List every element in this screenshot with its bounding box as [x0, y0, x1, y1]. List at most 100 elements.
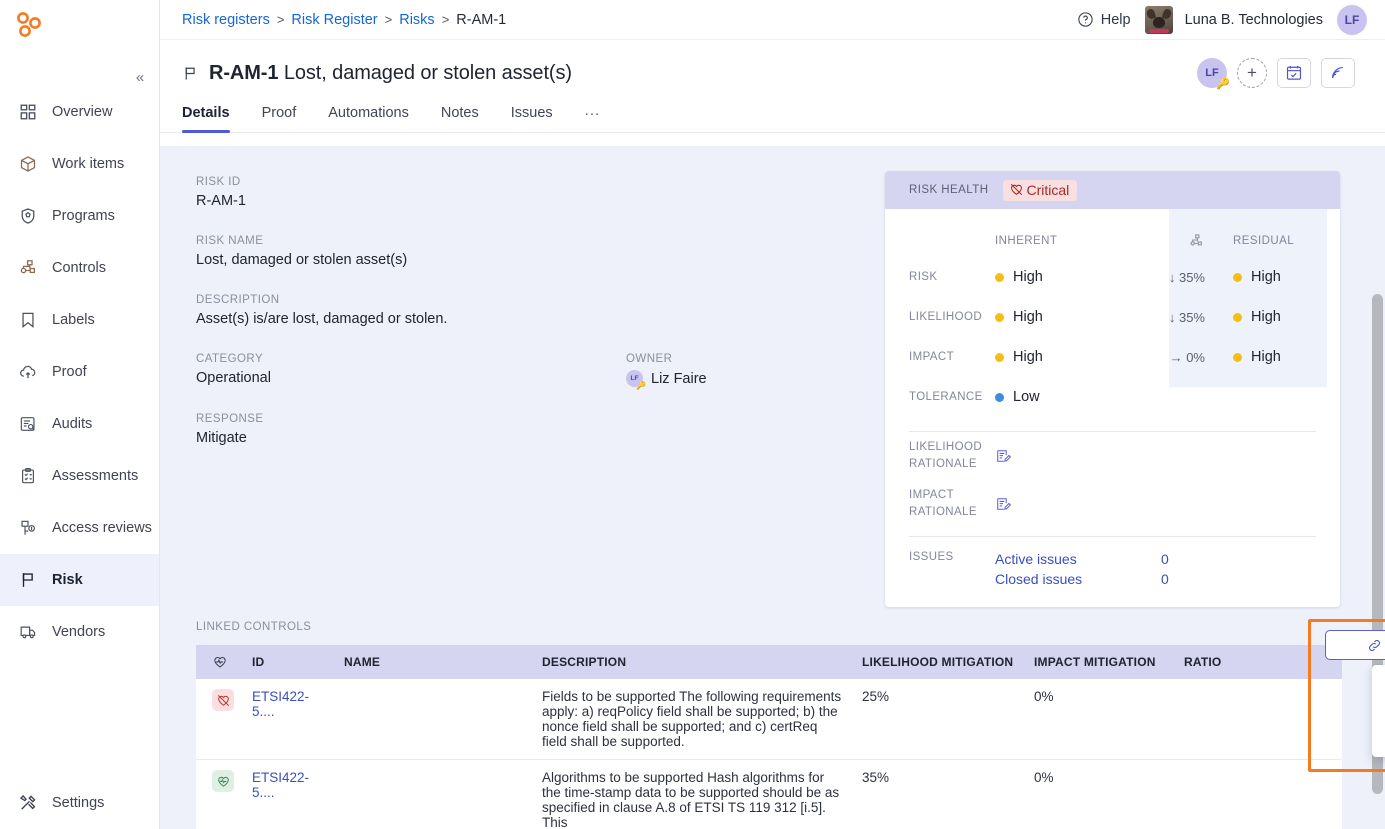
level-dot-icon	[1233, 312, 1242, 322]
sidebar-item-vendors[interactable]: Vendors	[0, 606, 159, 658]
inherent-level-label: High	[1013, 309, 1043, 325]
control-id-link[interactable]: ETSI422-5....	[252, 689, 309, 719]
help-circle-icon	[1077, 11, 1094, 28]
key-badge-icon: 🔑	[1216, 78, 1230, 90]
link-dropdown-menu: Link new Link existing	[1372, 665, 1385, 757]
field-risk-id: RISK ID R-AM-1	[196, 176, 896, 209]
cell-impact-mitigation: 0%	[1024, 759, 1174, 829]
sidebar-collapse-button[interactable]: «	[131, 70, 149, 88]
impact-rationale-row: IMPACT RATIONALE	[885, 480, 1340, 528]
avatar[interactable]: LF 🔑	[1197, 58, 1230, 90]
app-logo[interactable]	[0, 0, 159, 52]
audit-search-icon	[18, 414, 38, 434]
sidebar-item-access-reviews[interactable]: Access reviews	[0, 502, 159, 554]
note-edit-icon[interactable]	[995, 448, 1012, 465]
sidebar-item-risk[interactable]: Risk	[0, 554, 159, 606]
column-header-impact-mitigation: IMPACT MITIGATION	[1024, 645, 1174, 679]
sidebar-item-controls[interactable]: Controls	[0, 242, 159, 294]
sidebar-settings-group: Settings	[0, 777, 159, 829]
cell-name	[334, 679, 532, 760]
sidebar-item-label: Risk	[52, 572, 83, 588]
residual-value: High	[1205, 269, 1340, 285]
field-response: RESPONSE Mitigate	[196, 413, 896, 446]
box-icon	[18, 154, 38, 174]
breadcrumb-item-current: R-AM-1	[456, 11, 507, 28]
tab-automations[interactable]: Automations	[312, 105, 425, 132]
likelihood-rationale-row: LIKELIHOOD RATIONALE	[885, 432, 1340, 480]
tab-details[interactable]: Details	[182, 105, 246, 133]
row-label: IMPACT RATIONALE	[909, 489, 977, 518]
table-row[interactable]: ETSI422-5.... Algorithms to be supported…	[196, 759, 1342, 829]
breadcrumb-separator: >	[441, 12, 450, 27]
cell-impact-mitigation: 0%	[1024, 679, 1174, 760]
sidebar-item-settings[interactable]: Settings	[0, 777, 159, 829]
closed-issues-count: 0	[1161, 571, 1169, 587]
risk-health-row-risk: RISK High ↓ 35% High	[885, 257, 1340, 297]
heart-pulse-off-icon	[1009, 182, 1024, 197]
residual-level-label: High	[1251, 269, 1281, 285]
sidebar-item-labels[interactable]: Labels	[0, 294, 159, 346]
tab-issues[interactable]: Issues	[495, 105, 569, 132]
heart-pulse-off-icon	[212, 689, 234, 711]
table-row[interactable]: ETSI422-5.... Fields to be supported The…	[196, 679, 1342, 760]
column-header-inherent: INHERENT	[995, 235, 1058, 247]
details-panel: RISK ID R-AM-1 RISK NAME Lost, damaged o…	[160, 146, 1385, 829]
add-collaborator-button[interactable]: +	[1237, 58, 1267, 88]
closed-issues-link[interactable]: Closed issues	[995, 571, 1161, 587]
avatar: LF 🔑	[626, 370, 646, 390]
tab-proof[interactable]: Proof	[246, 105, 313, 132]
cell-status	[196, 759, 242, 829]
sidebar-item-work-items[interactable]: Work items	[0, 138, 159, 190]
organization-switcher[interactable]: Luna B. Technologies	[1144, 5, 1323, 34]
issues-label: ISSUES	[909, 551, 954, 563]
sidebar-item-overview[interactable]: Overview	[0, 86, 159, 138]
active-issues-count: 0	[1161, 551, 1169, 567]
rss-feed-icon[interactable]	[1321, 58, 1355, 88]
flag-icon	[182, 65, 199, 82]
sidebar-item-programs[interactable]: Programs	[0, 190, 159, 242]
note-edit-icon[interactable]	[995, 496, 1012, 513]
menu-item-link-new[interactable]: Link new	[1372, 671, 1385, 711]
cell-likelihood-mitigation: 35%	[852, 759, 1024, 829]
calendar-check-icon[interactable]	[1277, 58, 1311, 88]
link-icon	[1367, 638, 1382, 653]
field-label: RESPONSE	[196, 413, 264, 425]
field-value: Asset(s) is/are lost, damaged or stolen.	[196, 311, 448, 327]
row-label: RISK	[909, 271, 938, 283]
page-title: R-AM-1 Lost, damaged or stolen asset(s)	[209, 62, 572, 85]
sidebar-item-proof[interactable]: Proof	[0, 346, 159, 398]
breadcrumb-item-risk-register[interactable]: Risk Register	[291, 12, 377, 28]
issues-row-closed: Closed issues 0	[995, 569, 1316, 589]
tools-icon	[18, 793, 38, 813]
sidebar-item-label: Settings	[52, 795, 105, 811]
sidebar-item-audits[interactable]: Audits	[0, 398, 159, 450]
active-issues-link[interactable]: Active issues	[995, 551, 1161, 567]
breadcrumb-separator: >	[276, 12, 285, 27]
help-button[interactable]: Help	[1077, 11, 1131, 28]
status-badge: Critical	[1002, 179, 1078, 201]
column-header-id: ID	[242, 645, 334, 679]
breadcrumb-item-risks[interactable]: Risks	[399, 12, 434, 28]
tab-overflow-menu[interactable]: ...	[569, 102, 617, 132]
tab-notes[interactable]: Notes	[425, 105, 495, 132]
level-dot-icon	[1233, 352, 1242, 362]
residual-level-label: High	[1251, 309, 1281, 325]
inherent-value: High	[995, 349, 1145, 365]
topbar-right: Help Luna B. Technologies LF	[1077, 4, 1367, 35]
help-label: Help	[1100, 11, 1131, 28]
sidebar-nav: Overview Work items Programs Controls La…	[0, 86, 159, 658]
column-header-name: NAME	[334, 645, 532, 679]
cell-id: ETSI422-5....	[242, 679, 334, 760]
field-value: R-AM-1	[196, 193, 246, 209]
control-id-link[interactable]: ETSI422-5....	[252, 770, 309, 800]
menu-item-link-existing[interactable]: Link existing	[1372, 711, 1385, 751]
user-avatar[interactable]: LF	[1337, 4, 1367, 35]
cell-id: ETSI422-5....	[242, 759, 334, 829]
sidebar-item-assessments[interactable]: Assessments	[0, 450, 159, 502]
field-category: CATEGORY Operational	[196, 353, 626, 387]
breadcrumb-item-risk-registers[interactable]: Risk registers	[182, 12, 270, 28]
risk-health-matrix-header: INHERENT RESIDUAL	[885, 225, 1340, 257]
link-button[interactable]: Link ▼	[1325, 630, 1385, 660]
field-category-owner-row: CATEGORY Operational OWNER LF 🔑 Liz Fair…	[196, 353, 896, 390]
risk-health-row-impact: IMPACT High → 0% High	[885, 337, 1340, 377]
